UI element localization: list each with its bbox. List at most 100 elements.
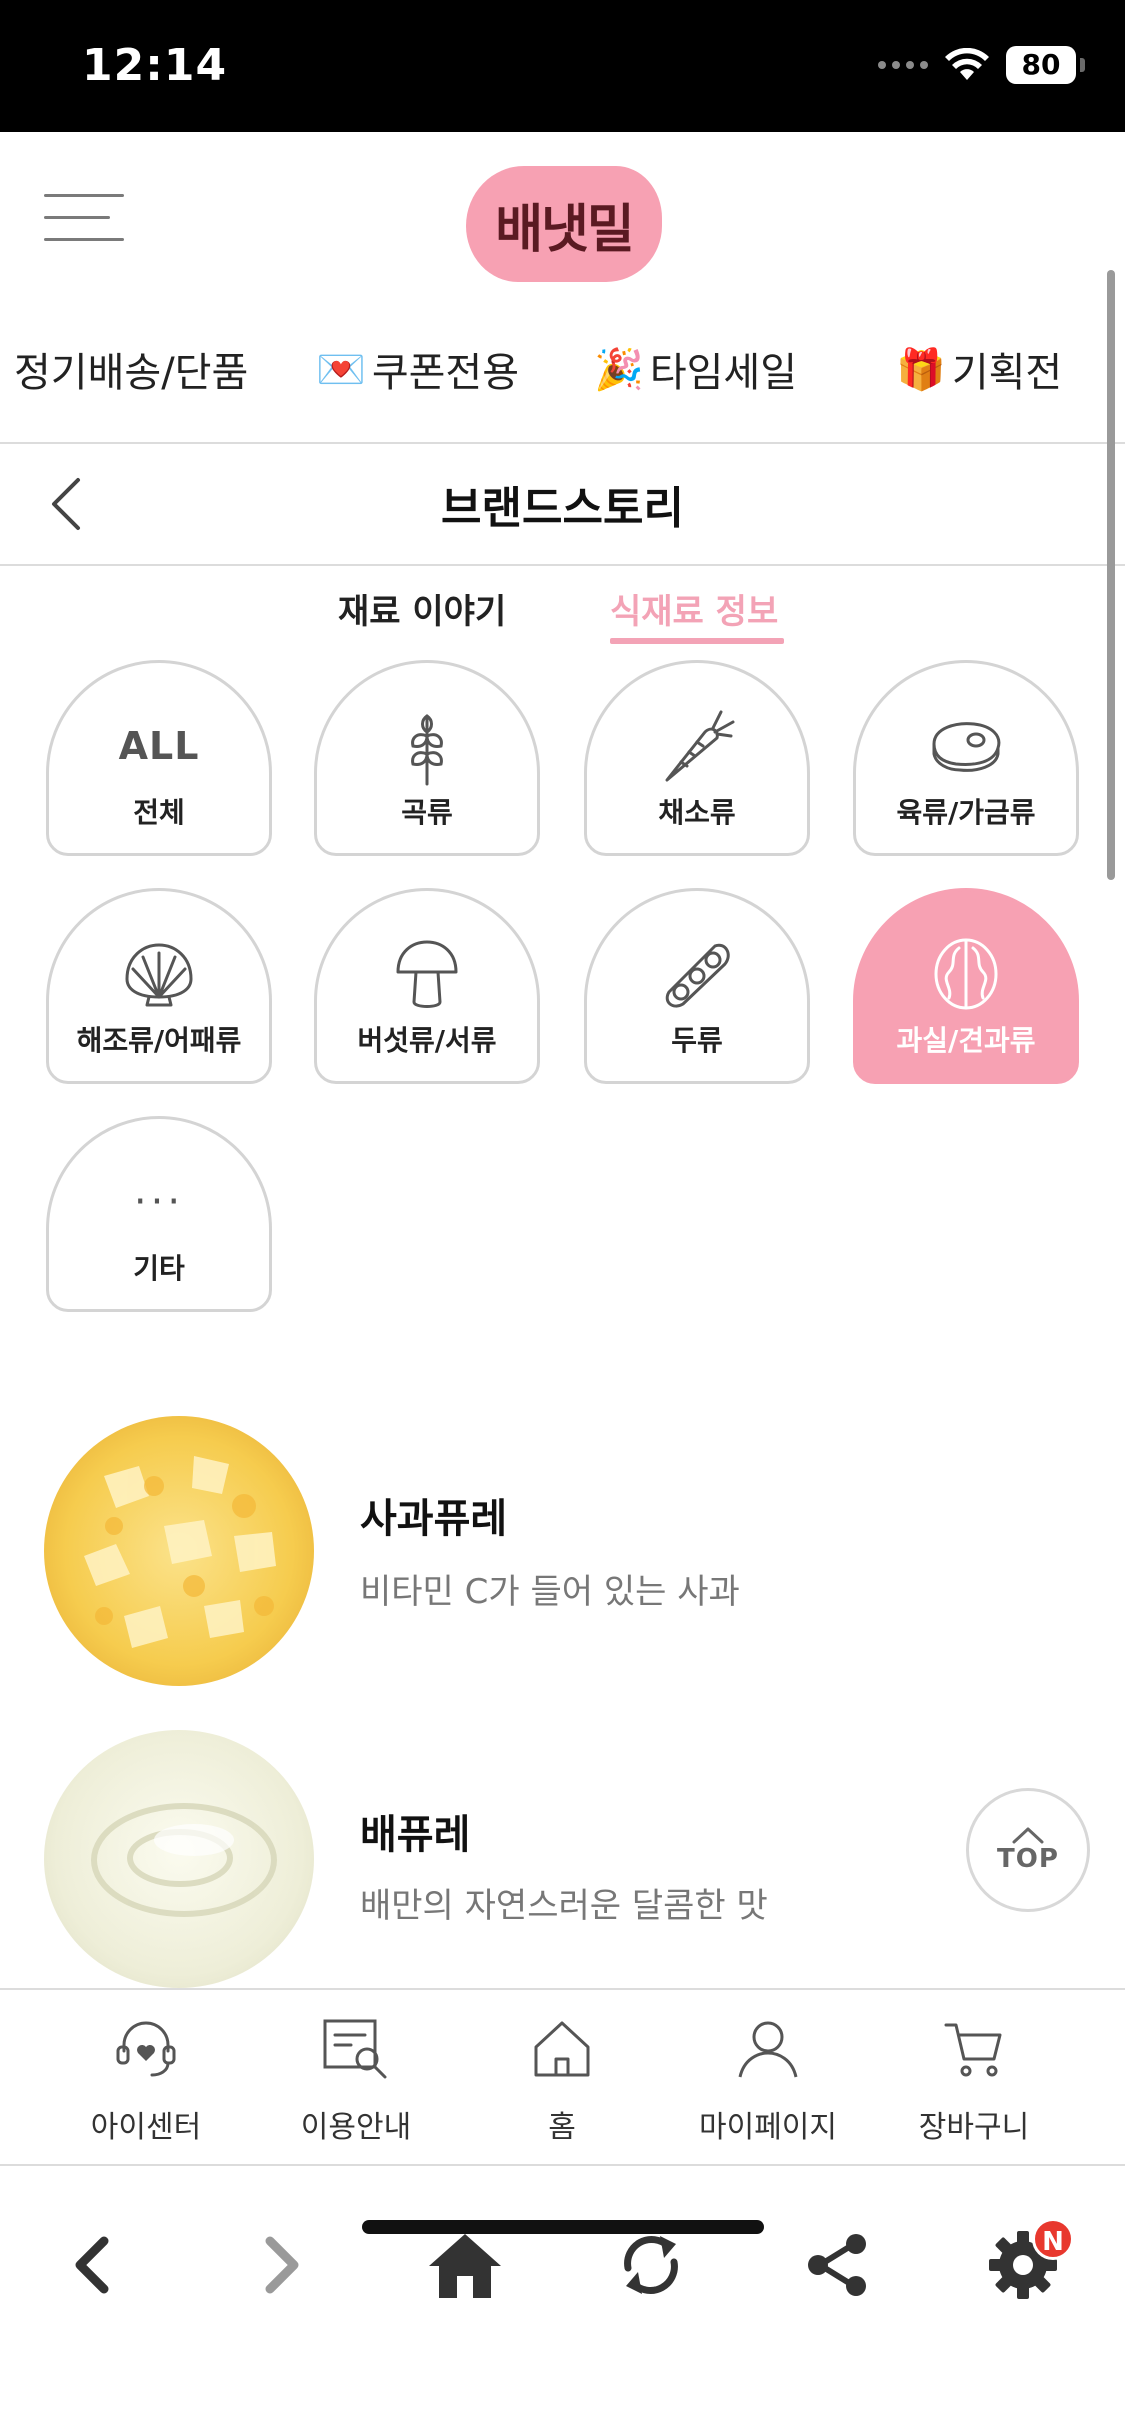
battery-icon: 80 bbox=[1006, 46, 1076, 84]
top-label: TOP bbox=[997, 1844, 1059, 1874]
more-dots: ··· bbox=[133, 1179, 185, 1225]
scrollbar-thumb[interactable] bbox=[1107, 270, 1115, 880]
category-grains[interactable]: 곡류 bbox=[314, 660, 540, 856]
product-name: 배퓨레 bbox=[360, 1812, 471, 1858]
list-item[interactable]: 배퓨레 배만의 자연스러운 달콤한 맛 bbox=[0, 1730, 1125, 2010]
meat-icon bbox=[932, 722, 1001, 772]
nav-label: 타임세일 bbox=[649, 350, 798, 396]
bean-icon-wrap bbox=[647, 935, 747, 1013]
category-label: 곡류 bbox=[401, 796, 453, 829]
arrow-back-icon bbox=[75, 2236, 109, 2294]
arrow-forward-icon bbox=[265, 2236, 299, 2294]
category-mushroom[interactable]: 버섯류/서류 bbox=[314, 888, 540, 1084]
battery-nub bbox=[1080, 58, 1085, 72]
category-beans[interactable]: 두류 bbox=[584, 888, 810, 1084]
brand-logo[interactable]: 배냇밀 bbox=[466, 166, 662, 282]
share-icon bbox=[808, 2234, 866, 2296]
scroll-to-top-button[interactable]: TOP bbox=[966, 1788, 1090, 1912]
bottom-nav-label: 이용안내 bbox=[300, 2110, 412, 2145]
refresh-icon bbox=[624, 2236, 678, 2294]
carrot-icon-wrap bbox=[647, 707, 747, 785]
active-tab-indicator bbox=[610, 638, 784, 644]
nav-label: 정기배송/단품 bbox=[14, 350, 249, 396]
app-header: 배냇밀 bbox=[0, 132, 1125, 292]
logo-text: 배냇밀 bbox=[495, 199, 635, 260]
cellular-signal-icon bbox=[878, 61, 928, 69]
category-fruits-nuts[interactable]: 과실/견과류 bbox=[853, 888, 1079, 1084]
person-icon bbox=[738, 2021, 798, 2078]
house-icon bbox=[534, 2021, 590, 2077]
bottom-nav-cart[interactable]: 장바구니 bbox=[874, 2014, 1074, 2146]
browser-toolbar: N bbox=[0, 2168, 1125, 2436]
mushroom-icon bbox=[396, 940, 458, 1008]
mushroom-icon-wrap bbox=[377, 935, 477, 1013]
product-description: 비타민 C가 들어 있는 사과 bbox=[360, 1572, 740, 1612]
product-description: 배만의 자연스러운 달콤한 맛 bbox=[360, 1886, 768, 1926]
tab-ingredient-info[interactable]: 식재료 정보 bbox=[610, 584, 778, 633]
bottom-nav-guide[interactable]: 이용안내 bbox=[256, 2014, 456, 2146]
bottom-nav-home[interactable]: 홈 bbox=[462, 2014, 662, 2146]
category-vegetables[interactable]: 채소류 bbox=[584, 660, 810, 856]
nav-label: 쿠폰전용 bbox=[371, 350, 520, 396]
bottom-nav: 아이센터 이용안내 홈 마이페이지 장바구니 bbox=[0, 1988, 1125, 2166]
status-indicators: 80 bbox=[878, 46, 1085, 84]
list-item[interactable]: 사과퓨레 비타민 C가 들어 있는 사과 bbox=[0, 1416, 1125, 1696]
gift-icon: 🎁 bbox=[896, 346, 946, 393]
tab-ingredient-story[interactable]: 재료 이야기 bbox=[338, 584, 506, 633]
pear-puree-image bbox=[44, 1730, 314, 1988]
all-icon: ALL bbox=[109, 707, 209, 785]
headset-heart-icon bbox=[116, 2021, 176, 2077]
browser-forward-button[interactable] bbox=[226, 2210, 336, 2320]
browser-settings-button[interactable]: N bbox=[968, 2210, 1078, 2320]
top-category-nav: 정기배송/단품 💌 쿠폰전용 🎉 타임세일 🎁 기획전 bbox=[0, 300, 1125, 440]
category-label: 채소류 bbox=[658, 796, 736, 829]
category-label: 해조류/어패류 bbox=[76, 1024, 242, 1057]
hamburger-menu-button[interactable] bbox=[40, 190, 128, 250]
home-indicator[interactable] bbox=[362, 2220, 764, 2234]
grain-icon bbox=[411, 714, 443, 786]
story-tabs: 재료 이야기 식재료 정보 bbox=[0, 578, 1125, 648]
love-letter-icon: 💌 bbox=[316, 346, 366, 393]
notification-badge: N bbox=[1032, 2218, 1074, 2260]
meat-icon-wrap bbox=[916, 707, 1016, 785]
more-icon: ··· bbox=[109, 1163, 209, 1241]
cart-icon bbox=[944, 2023, 1002, 2077]
category-meat[interactable]: 육류/가금류 bbox=[853, 660, 1079, 856]
nav-item-promotion[interactable]: 🎁 기획전 bbox=[896, 340, 1062, 398]
apple-puree-image bbox=[44, 1416, 314, 1686]
wifi-icon bbox=[945, 48, 989, 80]
category-label: 두류 bbox=[671, 1024, 723, 1057]
all-text: ALL bbox=[118, 724, 200, 768]
category-label: 육류/가금류 bbox=[896, 796, 1036, 829]
home-filled-icon bbox=[429, 2234, 501, 2298]
nav-item-coupon[interactable]: 💌 쿠폰전용 bbox=[316, 340, 519, 398]
category-all[interactable]: ALL 전체 bbox=[46, 660, 272, 856]
nav-label: 기획전 bbox=[951, 350, 1063, 396]
walnut-icon bbox=[934, 938, 998, 1010]
bottom-nav-label: 마이페이지 bbox=[699, 2110, 837, 2145]
category-seafood[interactable]: 해조류/어패류 bbox=[46, 888, 272, 1084]
walnut-icon-wrap bbox=[916, 935, 1016, 1013]
nav-item-subscription[interactable]: 정기배송/단품 bbox=[14, 340, 248, 398]
page-title: 브랜드스토리 bbox=[441, 483, 684, 534]
bottom-nav-label: 장바구니 bbox=[918, 2110, 1030, 2145]
category-label: 버섯류/서류 bbox=[357, 1024, 497, 1057]
grain-icon-wrap bbox=[377, 707, 477, 786]
guide-search-icon bbox=[323, 2019, 387, 2079]
chevron-up-icon bbox=[1012, 1827, 1044, 1844]
browser-back-button[interactable] bbox=[38, 2210, 148, 2320]
category-label: 기타 bbox=[133, 1252, 185, 1285]
bottom-nav-mypage[interactable]: 마이페이지 bbox=[668, 2014, 868, 2146]
status-bar: 12:14 80 bbox=[0, 0, 1125, 132]
page-header: 브랜드스토리 bbox=[0, 444, 1125, 566]
status-time: 12:14 bbox=[82, 40, 228, 91]
bottom-nav-label: 아이센터 bbox=[90, 2110, 202, 2145]
shell-icon bbox=[125, 943, 193, 1007]
shell-icon-wrap bbox=[109, 935, 209, 1013]
category-label: 과실/견과류 bbox=[896, 1024, 1036, 1057]
nav-item-timesale[interactable]: 🎉 타임세일 bbox=[594, 340, 797, 398]
bottom-nav-customer-center[interactable]: 아이센터 bbox=[46, 2014, 246, 2146]
product-name: 사과퓨레 bbox=[360, 1496, 508, 1542]
category-etc[interactable]: ··· 기타 bbox=[46, 1116, 272, 1312]
browser-share-button[interactable] bbox=[782, 2210, 892, 2320]
